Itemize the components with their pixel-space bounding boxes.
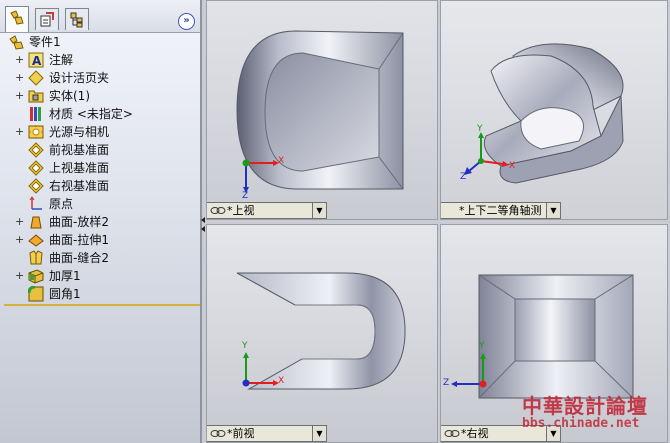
axis-z-label: Z: [460, 172, 467, 182]
axis-y-label: Y: [477, 124, 483, 134]
view-name-isometric[interactable]: *上下二等角轴测 ▼: [441, 202, 561, 219]
view-name-text: *上下二等角轴测: [459, 204, 542, 217]
view-dropdown-arrow-icon[interactable]: ▼: [546, 203, 560, 218]
view-dropdown-arrow-icon[interactable]: ▼: [312, 203, 326, 218]
model-isometric-view: [464, 43, 624, 184]
feature-manager-panel: » 零件1 + A 注解 + 设计活页夹 + 实体(1) 材质 <未指定> + …: [0, 0, 202, 443]
expand-toggle[interactable]: +: [15, 51, 24, 69]
splitter-arrow-icon[interactable]: [201, 217, 205, 223]
viewport-front[interactable]: Y X *前视 ▼: [206, 224, 438, 443]
fillet-icon: [27, 285, 44, 302]
rollback-bar[interactable]: [4, 304, 200, 306]
triad-front: [242, 352, 279, 387]
tree-item-label: 材质 <未指定>: [49, 107, 133, 121]
view-name-text: *右视: [461, 427, 489, 440]
view-name-text: *前视: [227, 427, 255, 440]
thicken-icon: [28, 268, 44, 284]
part-icon: [9, 34, 25, 50]
solid-bodies-icon: [28, 88, 44, 104]
watermark-url: bbs.chinade.net: [522, 416, 640, 431]
link-views-icon: [210, 430, 226, 437]
expand-panel-button[interactable]: »: [178, 13, 195, 30]
material-icon: [28, 106, 44, 122]
axis-y-label: Y: [242, 341, 248, 351]
axis-x-label: X: [509, 161, 516, 171]
view-name-top[interactable]: *上视 ▼: [207, 202, 327, 219]
tree-item-label: 加厚1: [49, 269, 81, 283]
tree-item-label: 原点: [49, 197, 74, 211]
configuration-manager-tab-icon[interactable]: [65, 8, 89, 30]
axis-x-label: X: [278, 376, 285, 386]
design-binder-icon: [28, 70, 44, 86]
surface-knit-icon: [28, 250, 44, 266]
plane-icon: [28, 178, 44, 194]
expand-toggle[interactable]: +: [15, 69, 24, 87]
axis-y-label: Y: [479, 341, 485, 351]
tree-item-label: 右视基准面: [49, 179, 110, 193]
panel-tab-strip: »: [0, 0, 200, 33]
expand-toggle[interactable]: +: [15, 87, 24, 105]
feature-manager-tab-icon[interactable]: [5, 6, 29, 32]
viewport-top[interactable]: X Z *上视 ▼: [206, 0, 438, 220]
tree-item-label: 光源与相机: [49, 125, 110, 139]
link-views-icon: [444, 430, 460, 437]
tree-item-label: 曲面-放样2: [49, 215, 109, 229]
tree-item-label: 圆角1: [49, 287, 81, 301]
surface-extrude-icon: [28, 232, 44, 248]
tree-root-label: 零件1: [29, 35, 61, 49]
splitter-arrow-icon[interactable]: [201, 226, 205, 232]
plane-icon: [28, 160, 44, 176]
axis-z-label: Z: [443, 378, 450, 388]
svg-text:A: A: [32, 54, 42, 68]
property-manager-tab-icon[interactable]: [35, 8, 59, 30]
axis-z-label: Z: [242, 191, 249, 201]
lights-cameras-icon: [28, 124, 44, 140]
axis-x-label: X: [278, 156, 285, 166]
surface-loft-icon: [28, 214, 44, 230]
expand-toggle[interactable]: +: [15, 267, 24, 285]
view-dropdown-arrow-icon[interactable]: ▼: [312, 426, 326, 441]
expand-toggle[interactable]: +: [15, 213, 24, 231]
tree-item-label: 前视基准面: [49, 143, 110, 157]
tree-item-label: 曲面-缝合2: [49, 251, 109, 265]
tree-item-label: 设计活页夹: [49, 71, 110, 85]
model-front-view: [236, 272, 406, 390]
annotation-icon: A: [28, 52, 44, 68]
link-views-icon: [210, 207, 226, 214]
tree-item-label: 注解: [49, 53, 74, 67]
model-top-view: [236, 30, 404, 193]
watermark-title: 中華設計論壇: [522, 394, 648, 418]
view-name-text: *上视: [227, 204, 255, 217]
view-name-front[interactable]: *前视 ▼: [207, 425, 327, 442]
watermark: 中華設計論壇 bbs.chinade.net: [512, 386, 670, 443]
expand-toggle[interactable]: +: [15, 123, 24, 141]
tree-item-label: 曲面-拉伸1: [49, 233, 109, 247]
origin-icon: [28, 196, 44, 212]
viewport-isometric[interactable]: Y X Z *上下二等角轴测 ▼: [440, 0, 668, 220]
tree-item-label: 上视基准面: [49, 161, 110, 175]
expand-toggle[interactable]: +: [15, 231, 24, 249]
plane-icon: [28, 142, 44, 158]
tree-item-label: 实体(1): [49, 89, 90, 103]
